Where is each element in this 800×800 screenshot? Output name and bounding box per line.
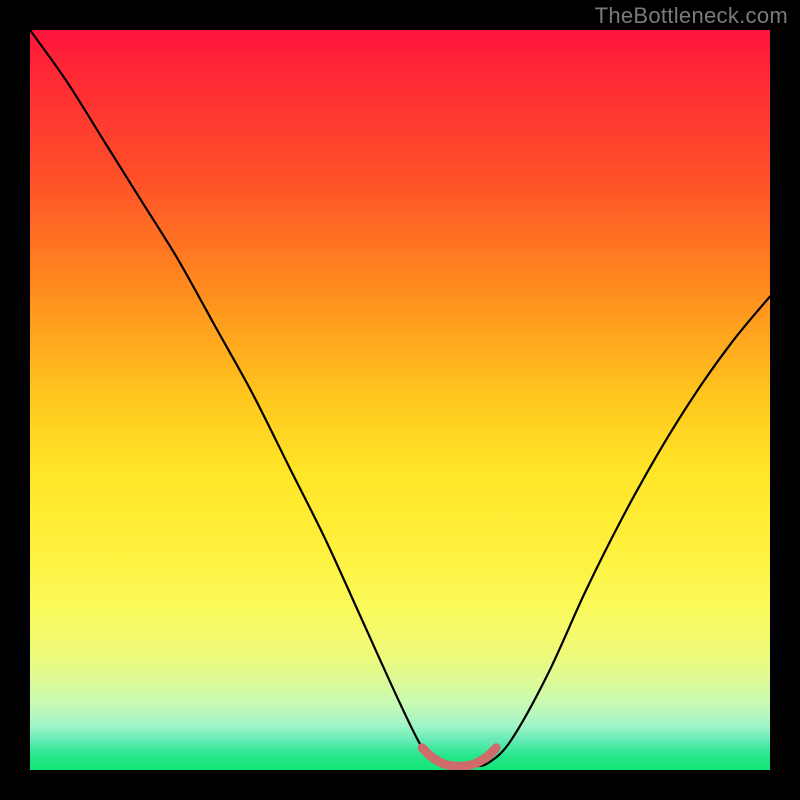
plot-area bbox=[30, 30, 770, 770]
bottleneck-curve-path bbox=[30, 30, 770, 767]
chart-frame: TheBottleneck.com bbox=[0, 0, 800, 800]
watermark-text: TheBottleneck.com bbox=[595, 3, 788, 29]
chart-svg bbox=[30, 30, 770, 770]
